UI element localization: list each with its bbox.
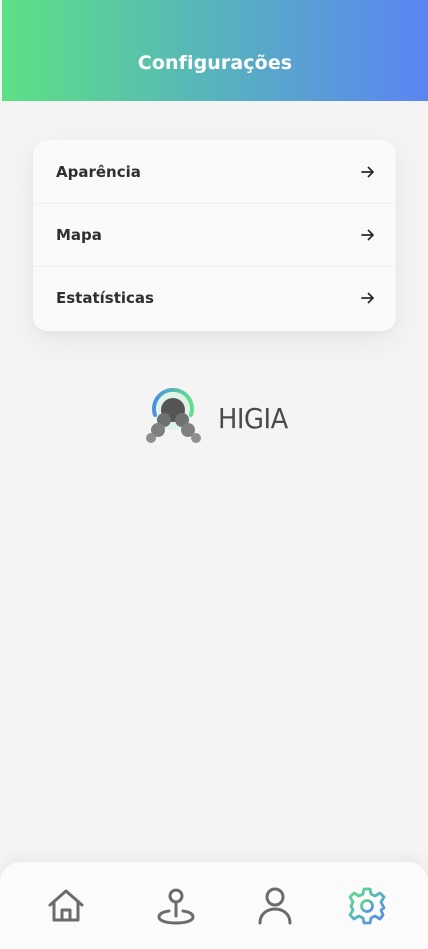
menu-item-appearance[interactable]: Aparência <box>33 140 396 203</box>
arrow-right-icon <box>361 166 374 177</box>
header: Configurações <box>2 0 428 101</box>
settings-menu: Aparência Mapa Estatísticas <box>33 140 396 331</box>
nav-map-button[interactable] <box>154 884 198 928</box>
brand-name: HIGIA <box>218 401 288 435</box>
menu-item-map[interactable]: Mapa <box>33 203 396 266</box>
arrow-right-icon <box>361 229 374 241</box>
gear-icon <box>348 887 386 925</box>
nav-home-button[interactable] <box>44 884 88 928</box>
map-pin-icon <box>157 888 195 925</box>
bottom-navigation <box>0 862 428 949</box>
user-icon <box>258 887 292 925</box>
home-icon <box>48 889 84 922</box>
higia-logo-icon <box>146 388 201 443</box>
brand-logo: HIGIA <box>143 388 294 448</box>
menu-item-label: Aparência <box>56 162 141 181</box>
arrow-right-icon <box>361 292 374 304</box>
settings-screen: Configurações Aparência Mapa Estatística… <box>0 0 428 949</box>
menu-item-statistics[interactable]: Estatísticas <box>33 266 396 329</box>
page-title: Configurações <box>137 51 293 74</box>
nav-settings-button[interactable] <box>345 884 389 928</box>
menu-item-label: Estatísticas <box>56 289 154 307</box>
menu-item-label: Mapa <box>56 226 102 244</box>
nav-profile-button[interactable] <box>253 884 297 928</box>
